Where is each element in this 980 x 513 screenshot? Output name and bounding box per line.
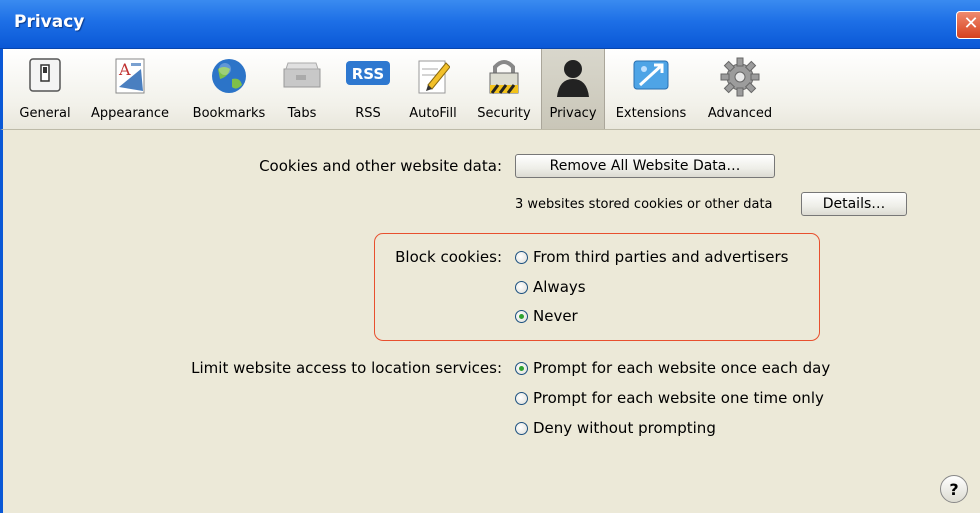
tab-advanced[interactable]: Advanced <box>699 49 781 129</box>
preferences-window: Privacy ✕ General A Appearance Bookmarks… <box>0 0 980 513</box>
radio-block-third-parties[interactable]: From third parties and advertisers <box>515 246 788 268</box>
radio-label: Prompt for each website once each day <box>533 359 831 377</box>
tab-label: AutoFill <box>409 106 457 121</box>
radio-button[interactable] <box>515 280 528 294</box>
silhouette-icon <box>557 60 589 97</box>
radio-label: Always <box>533 278 586 296</box>
preferences-toolbar: General A Appearance Bookmarks Tabs RSS … <box>0 49 980 130</box>
radio-label: Prompt for each website one time only <box>533 389 824 407</box>
radio-label: Never <box>533 307 578 325</box>
tab-autofill[interactable]: AutoFill <box>401 49 465 129</box>
tab-bookmarks[interactable]: Bookmarks <box>189 49 269 129</box>
radio-deny-without-prompting[interactable]: Deny without prompting <box>515 417 716 439</box>
lock-icon <box>489 60 519 94</box>
tab-label: Extensions <box>615 106 687 121</box>
location-services-label: Limit website access to location service… <box>191 359 502 377</box>
radio-label: From third parties and advertisers <box>533 248 789 266</box>
pencil-icon <box>418 60 450 94</box>
tab-label: Tabs <box>287 106 317 121</box>
rss-badge-text: RSS <box>352 65 384 83</box>
radio-button-selected[interactable] <box>515 361 528 375</box>
tab-extensions[interactable]: Extensions <box>611 49 691 129</box>
privacy-panel: Cookies and other website data: Remove A… <box>0 130 980 513</box>
block-cookies-label: Block cookies: <box>395 248 502 266</box>
radio-prompt-once-each-day[interactable]: Prompt for each website once each day <box>515 357 830 379</box>
radio-block-never[interactable]: Never <box>515 305 578 327</box>
radio-label: Deny without prompting <box>533 419 716 437</box>
tabs-icon <box>283 62 321 88</box>
tab-label: Advanced <box>707 106 773 121</box>
tab-label: General <box>19 106 71 121</box>
tab-label: Appearance <box>90 106 170 121</box>
tab-security[interactable]: Security <box>471 49 537 129</box>
tab-label: Bookmarks <box>192 106 266 121</box>
rss-icon: RSS <box>346 61 390 85</box>
tab-privacy[interactable]: Privacy <box>541 49 605 129</box>
radio-button[interactable] <box>515 250 528 264</box>
puzzle-icon <box>633 60 669 90</box>
title-bar[interactable]: Privacy ✕ <box>0 0 980 49</box>
tab-rss[interactable]: RSS RSS <box>341 49 395 129</box>
radio-button-selected[interactable] <box>515 309 528 323</box>
radio-prompt-one-time-only[interactable]: Prompt for each website one time only <box>515 387 824 409</box>
svg-text:A: A <box>118 60 131 79</box>
tab-label: RSS <box>355 106 381 121</box>
switch-icon <box>29 58 61 92</box>
tab-label: Privacy <box>549 106 597 121</box>
close-button[interactable]: ✕ <box>956 11 980 39</box>
stored-cookies-text: 3 websites stored cookies or other data <box>515 197 773 212</box>
radio-block-always[interactable]: Always <box>515 276 586 298</box>
radio-button[interactable] <box>515 421 528 435</box>
globe-icon <box>212 59 246 93</box>
radio-button[interactable] <box>515 391 528 405</box>
window-title: Privacy <box>14 12 85 32</box>
gear-icon <box>720 57 760 97</box>
tab-general[interactable]: General <box>15 49 75 129</box>
details-button[interactable]: Details… <box>801 192 907 216</box>
cookies-label: Cookies and other website data: <box>259 157 502 175</box>
tab-tabs[interactable]: Tabs <box>279 49 325 129</box>
tab-label: Security <box>477 106 531 121</box>
help-button[interactable]: ? <box>940 475 968 503</box>
tab-appearance[interactable]: A Appearance <box>87 49 173 129</box>
remove-all-website-data-button[interactable]: Remove All Website Data… <box>515 154 775 178</box>
font-icon: A <box>115 58 145 94</box>
